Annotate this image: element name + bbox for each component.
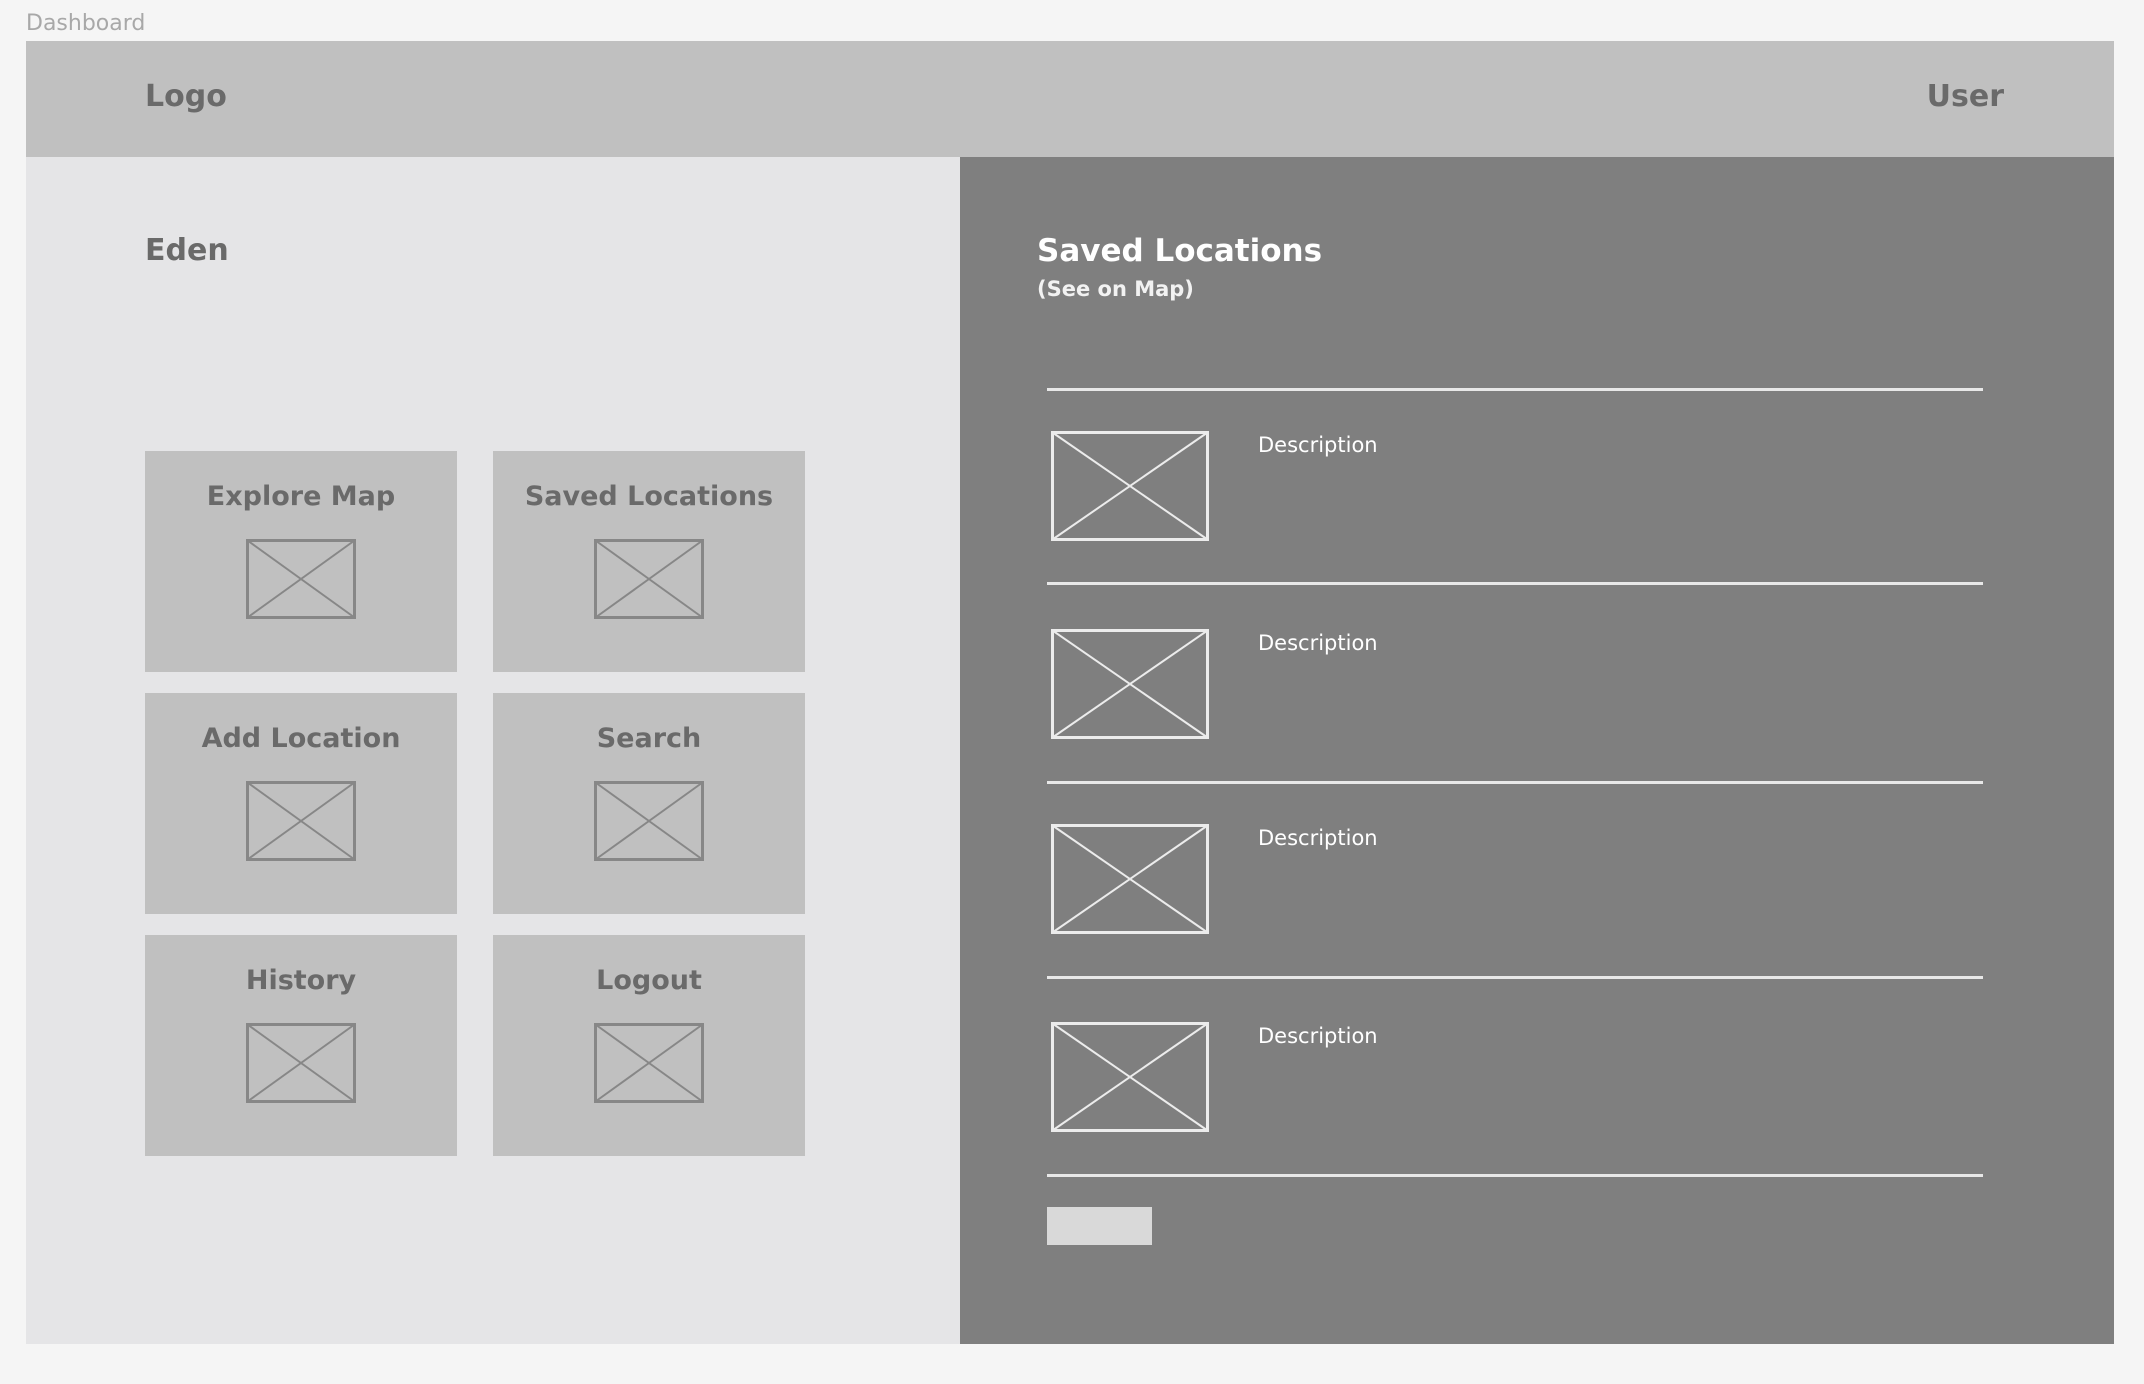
tile-label: Add Location (201, 723, 401, 754)
image-placeholder-icon (246, 1023, 356, 1103)
location-description: Description (1258, 433, 1378, 457)
tile-logout[interactable]: Logout (493, 935, 805, 1156)
tile-label: Explore Map (206, 481, 396, 512)
image-placeholder-icon (594, 1023, 704, 1103)
divider (1047, 582, 1983, 585)
app-name: Eden (145, 233, 229, 268)
divider (1047, 388, 1983, 391)
image-placeholder-icon (246, 539, 356, 619)
image-placeholder-icon (246, 781, 356, 861)
image-placeholder-icon (1051, 824, 1209, 934)
list-item[interactable]: Description (1047, 824, 1983, 964)
tile-label: Logout (596, 965, 702, 996)
image-placeholder-icon (1051, 629, 1209, 739)
list-item[interactable]: Description (1047, 431, 1983, 571)
tile-explore-map[interactable]: Explore Map (145, 451, 457, 672)
dashboard-frame: Logo User Eden Explore Map Saved Locatio… (26, 41, 2114, 1344)
tile-search[interactable]: Search (493, 693, 805, 914)
image-placeholder-icon (1051, 431, 1209, 541)
frame-label: Dashboard (26, 11, 146, 36)
tile-label: Saved Locations (524, 481, 774, 512)
header-bar: Logo User (26, 41, 2114, 157)
image-placeholder-icon (594, 781, 704, 861)
image-placeholder-icon (1051, 1022, 1209, 1132)
list-item[interactable]: Description (1047, 1022, 1983, 1162)
logo[interactable]: Logo (145, 77, 227, 117)
divider (1047, 976, 1983, 979)
saved-locations-title: Saved Locations (1037, 233, 1323, 269)
divider (1047, 781, 1983, 784)
location-description: Description (1258, 826, 1378, 850)
tile-saved-locations[interactable]: Saved Locations (493, 451, 805, 672)
image-placeholder-icon (594, 539, 704, 619)
tile-label: Search (596, 723, 702, 754)
tile-label: History (245, 965, 357, 996)
location-description: Description (1258, 631, 1378, 655)
location-description: Description (1258, 1024, 1378, 1048)
saved-locations-panel: Saved Locations (See on Map) Description… (960, 157, 2114, 1344)
tile-add-location[interactable]: Add Location (145, 693, 457, 914)
list-item[interactable]: Description (1047, 629, 1983, 769)
saved-locations-action-button[interactable] (1047, 1207, 1152, 1245)
user-menu[interactable]: User (1927, 77, 2004, 117)
tile-history[interactable]: History (145, 935, 457, 1156)
see-on-map-link[interactable]: (See on Map) (1037, 275, 1194, 303)
divider (1047, 1174, 1983, 1177)
left-panel: Eden Explore Map Saved Locations Add Loc… (26, 157, 960, 1344)
